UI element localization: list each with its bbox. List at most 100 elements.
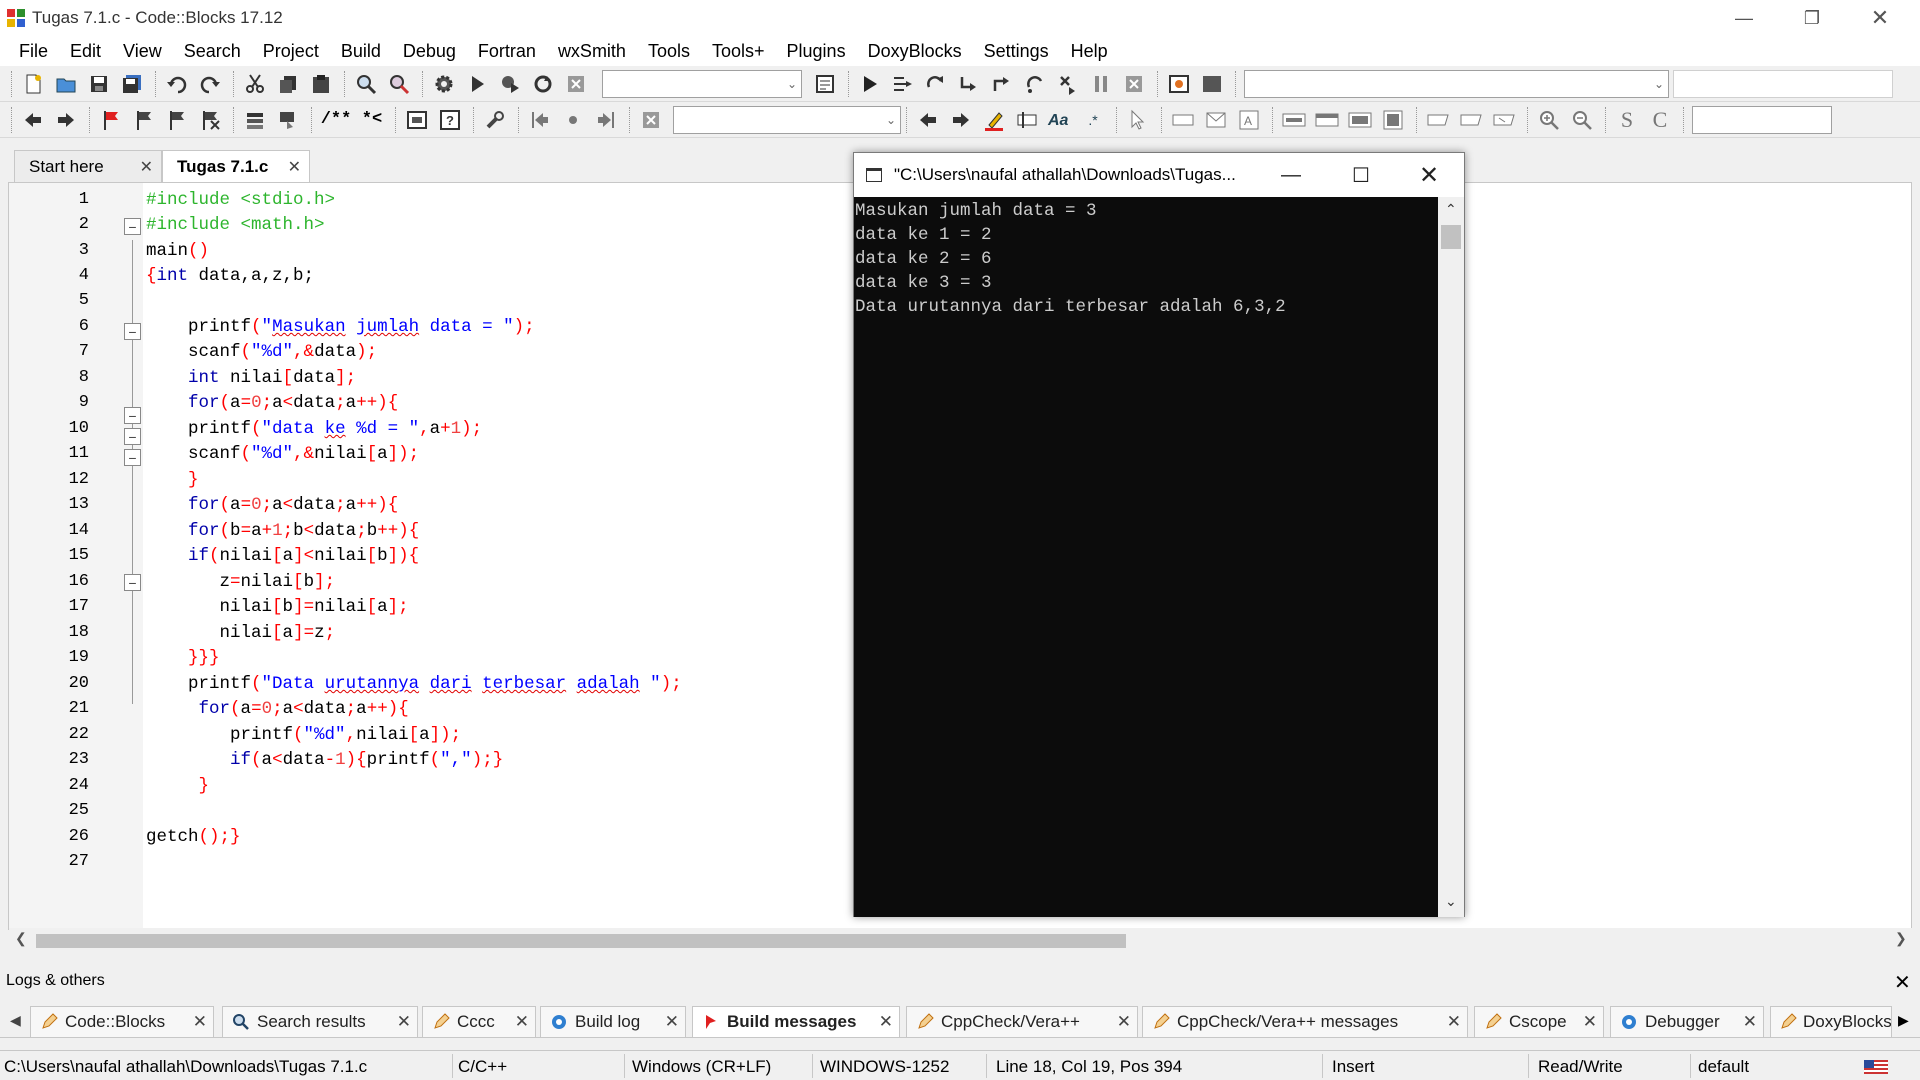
menu-search[interactable]: Search <box>173 41 252 62</box>
menu-debug[interactable]: Debug <box>392 41 467 62</box>
show-target-dialog-button[interactable] <box>810 69 840 99</box>
scroll-left-icon[interactable]: ❮ <box>15 930 27 947</box>
paste-button[interactable] <box>306 69 336 99</box>
pause-button[interactable] <box>1086 69 1116 99</box>
fold-minus-icon[interactable]: − <box>124 574 141 591</box>
wx-box-sizer-button[interactable] <box>1279 105 1309 135</box>
jump-forward-button[interactable] <box>51 105 81 135</box>
horizontal-scrollbar[interactable]: ❮ ❯ <box>9 928 1913 952</box>
tab-doxyblocks[interactable]: DoxyBlocks <box>1770 1006 1892 1038</box>
build-button[interactable] <box>429 69 459 99</box>
console-scrollbar[interactable]: ⌃ ⌄ <box>1438 197 1464 917</box>
close-icon[interactable]: ✕ <box>1743 1012 1757 1032</box>
step-into-button[interactable] <box>954 69 984 99</box>
scrollbar-thumb[interactable] <box>1441 225 1461 249</box>
step-into-instruction-button[interactable] <box>1053 69 1083 99</box>
menu-tools[interactable]: Tools <box>637 41 701 62</box>
menu-project[interactable]: Project <box>252 41 330 62</box>
toolbar-text-input[interactable] <box>1692 105 1832 134</box>
menu-view[interactable]: View <box>112 41 173 62</box>
menu-settings[interactable]: Settings <box>973 41 1060 62</box>
wx-panel-button[interactable]: A <box>1234 105 1264 135</box>
menu-file[interactable]: File <box>8 41 59 62</box>
undo-button[interactable] <box>162 69 192 99</box>
tab-tugas-7-1-c[interactable]: Tugas 7.1.c ✕ <box>162 150 310 182</box>
tools-button[interactable] <box>480 105 510 135</box>
clear-search-button[interactable] <box>636 105 666 135</box>
tab-codeblocks-log[interactable]: Code::Blocks ✕ <box>30 1006 214 1038</box>
debug-start-button[interactable] <box>855 69 885 99</box>
tab-search-results[interactable]: Search results ✕ <box>222 1006 418 1038</box>
build-target-select[interactable]: ⌄ <box>602 69 802 98</box>
tab-cccc[interactable]: Cccc ✕ <box>422 1006 536 1038</box>
code-completion-scope-select[interactable]: ⌄ <box>1244 69 1669 98</box>
jump-back-button[interactable] <box>18 105 48 135</box>
abort-button[interactable] <box>561 69 591 99</box>
cut-button[interactable] <box>240 69 270 99</box>
scroll-down-icon[interactable]: ⌄ <box>1445 893 1457 910</box>
strikeout-button[interactable]: S <box>1612 105 1642 135</box>
tab-start-here[interactable]: Start here ✕ <box>14 150 162 182</box>
tab-debugger[interactable]: Debugger ✕ <box>1610 1006 1764 1038</box>
next-bookmark-button[interactable] <box>162 105 192 135</box>
scroll-right-icon[interactable]: ❯ <box>1895 930 1907 947</box>
wx-frame-button[interactable] <box>1168 105 1198 135</box>
new-file-button[interactable] <box>18 69 48 99</box>
next-instruction-button[interactable] <box>1020 69 1050 99</box>
code-completion-function-select[interactable] <box>1673 69 1893 98</box>
find-next-button[interactable] <box>946 105 976 135</box>
menu-edit[interactable]: Edit <box>59 41 112 62</box>
tab-build-log[interactable]: Build log ✕ <box>540 1006 686 1038</box>
step-out-button[interactable] <box>987 69 1017 99</box>
replace-button[interactable] <box>384 69 414 99</box>
tabs-scroll-right-icon[interactable]: ▶ <box>1898 1012 1909 1029</box>
scroll-up-icon[interactable]: ⌃ <box>1445 201 1457 218</box>
insert-comment-button[interactable] <box>402 105 432 135</box>
next-line-button[interactable] <box>921 69 951 99</box>
match-case-button[interactable]: Aa <box>1045 105 1075 135</box>
tabs-scroll-left-icon[interactable]: ◀ <box>10 1012 21 1029</box>
rebuild-button[interactable] <box>528 69 558 99</box>
fold-minus-icon[interactable]: − <box>124 428 141 445</box>
minimize-button[interactable]: — <box>1710 0 1778 36</box>
wx-pointer-button[interactable] <box>1123 105 1153 135</box>
goto-first-button[interactable] <box>525 105 555 135</box>
clear-bookmarks-button[interactable] <box>195 105 225 135</box>
tab-build-messages[interactable]: Build messages ✕ <box>692 1006 900 1038</box>
close-button[interactable]: ✕ <box>1846 0 1914 36</box>
build-and-run-button[interactable] <box>495 69 525 99</box>
open-file-button[interactable] <box>51 69 81 99</box>
search-combo[interactable]: ⌄ <box>673 105 901 134</box>
toggle-bookmark-button[interactable] <box>96 105 126 135</box>
zoom-out-button[interactable] <box>1567 105 1597 135</box>
highlight-text-button[interactable] <box>979 105 1009 135</box>
fold-minus-icon[interactable]: − <box>124 407 141 424</box>
tab-cppcheck-vera[interactable]: CppCheck/Vera++ ✕ <box>906 1006 1138 1038</box>
uncomment-button[interactable]: *< <box>357 105 387 135</box>
menu-tools-plus[interactable]: Tools+ <box>701 41 776 62</box>
selected-text-button[interactable] <box>1012 105 1042 135</box>
goto-current-button[interactable] <box>558 105 588 135</box>
console-minimize-button[interactable]: — <box>1256 153 1326 197</box>
fold-minus-icon[interactable]: − <box>124 323 141 340</box>
close-icon[interactable]: ✕ <box>397 1012 411 1032</box>
console-output[interactable]: Masukan jumlah data = 3 data ke 1 = 2 da… <box>854 197 1438 917</box>
wx-textctrl-button[interactable] <box>1456 105 1486 135</box>
close-icon[interactable]: ✕ <box>665 1012 679 1032</box>
wx-grid-sizer-button[interactable] <box>1345 105 1375 135</box>
close-icon[interactable]: ✕ <box>193 1012 207 1032</box>
run-button[interactable] <box>462 69 492 99</box>
stop-debugger-button[interactable] <box>1119 69 1149 99</box>
save-button[interactable] <box>84 69 114 99</box>
menu-doxyblocks[interactable]: DoxyBlocks <box>857 41 973 62</box>
goto-last-button[interactable] <box>591 105 621 135</box>
menu-build[interactable]: Build <box>330 41 392 62</box>
copy-button[interactable] <box>273 69 303 99</box>
close-icon[interactable]: ✕ <box>879 1012 893 1032</box>
wx-flex-sizer-button[interactable] <box>1378 105 1408 135</box>
debugging-windows-button[interactable] <box>1164 69 1194 99</box>
wx-button-button[interactable] <box>1423 105 1453 135</box>
wx-static-box-button[interactable] <box>1312 105 1342 135</box>
previous-bookmark-button[interactable] <box>129 105 159 135</box>
close-icon[interactable]: ✕ <box>1894 970 1911 995</box>
